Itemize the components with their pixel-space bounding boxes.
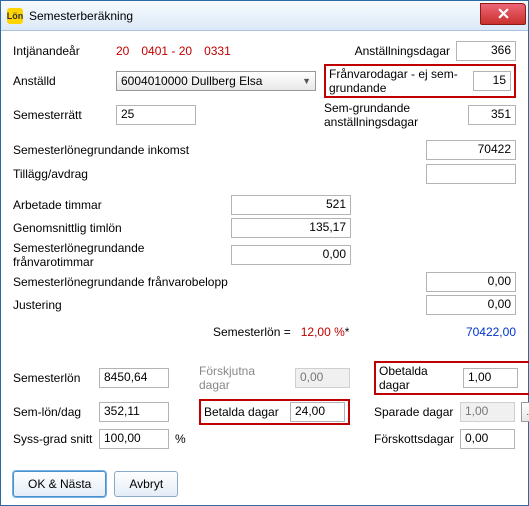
semgrund-label: Sem-grundande anställningsdagar — [324, 101, 462, 129]
footer-buttons: OK & Nästa Avbryt — [13, 471, 186, 497]
sfg-belopp-label: Semesterlönegrundande frånvarobelopp — [13, 275, 351, 289]
genomsnittlig-timlon-label: Genomsnittlig timlön — [13, 221, 223, 235]
obetalda-highlight: Obetalda dagar 1,00 — [374, 361, 529, 395]
justering-label: Justering — [13, 298, 223, 312]
sfg-timmar-field[interactable]: 0,00 — [231, 245, 351, 265]
cancel-button[interactable]: Avbryt — [114, 471, 178, 497]
franvarodagar-label: Frånvarodagar - ej sem-grundande — [329, 67, 473, 95]
forskottsdagar-field[interactable]: 0,00 — [460, 429, 515, 449]
genomsnittlig-timlon-field[interactable]: 135,17 — [231, 218, 351, 238]
chevron-down-icon: ▼ — [302, 76, 311, 86]
semesterratt-label: Semesterrätt — [13, 108, 108, 122]
justering-field[interactable]: 0,00 — [426, 295, 516, 315]
close-icon — [498, 8, 509, 19]
forskjutna-field: 0,00 — [295, 368, 350, 388]
tillagg-field[interactable] — [426, 164, 516, 184]
semlon-dag-label: Sem-lön/dag — [13, 405, 93, 419]
obetalda-label: Obetalda dagar — [379, 364, 459, 392]
semlon-dag-field[interactable]: 352,11 — [99, 402, 169, 422]
betalda-label: Betalda dagar — [204, 405, 284, 419]
dialog-body: Intjänandeår 20xx0401 - 20xx0331 Anställ… — [1, 31, 528, 459]
forskottsdagar-label: Förskottsdagar — [374, 432, 454, 446]
betalda-field[interactable]: 24,00 — [290, 402, 345, 422]
syss-label: Syss-grad snitt — [13, 432, 93, 446]
semesterlon-total: 70422,00 — [426, 325, 516, 339]
sfg-timmar-label: Semesterlönegrundande frånvarotimmar — [13, 241, 223, 269]
anstallningsdagar-field[interactable]: 366 — [456, 41, 516, 61]
inkomst-field[interactable]: 70422 — [426, 140, 516, 160]
sfg-belopp-field[interactable]: 0,00 — [426, 272, 516, 292]
dialog-window: Lön Semesterberäkning Intjänandeår 20xx0… — [0, 0, 529, 506]
intjanandear-value: 20xx0401 - 20xx0331 — [116, 44, 316, 58]
syss-pct: % — [175, 432, 193, 446]
mid-grid: Arbetade timmar 521 Genomsnittlig timlön… — [13, 195, 516, 315]
app-icon: Lön — [7, 8, 23, 24]
betalda-highlight: Betalda dagar 24,00 — [199, 399, 350, 425]
intjanandear-label: Intjänandeår — [13, 44, 108, 58]
top-grid: Intjänandeår 20xx0401 - 20xx0331 Anställ… — [13, 41, 516, 129]
semesterlon-field[interactable]: 8450,64 — [99, 368, 169, 388]
inkomst-label: Semesterlönegrundande inkomst — [13, 143, 189, 157]
semesterlon-star: * — [345, 325, 350, 339]
forskjutna-label: Förskjutna dagar — [199, 364, 289, 392]
syss-field[interactable]: 100,00 — [99, 429, 169, 449]
sparade-browse-button[interactable]: ... — [521, 402, 529, 422]
window-title: Semesterberäkning — [29, 9, 133, 23]
sparade-label: Sparade dagar — [374, 405, 454, 419]
arbetade-timmar-field[interactable]: 521 — [231, 195, 351, 215]
franvarodagar-field[interactable]: 15 — [473, 71, 511, 91]
semesterlon-eq-label: Semesterlön = — [213, 325, 291, 339]
anstallningsdagar-label: Anställningsdagar — [355, 44, 450, 58]
semesterlon-label: Semesterlön — [13, 371, 93, 385]
obetalda-field[interactable]: 1,00 — [463, 368, 518, 388]
arbetade-timmar-label: Arbetade timmar — [13, 198, 223, 212]
semgrund-field[interactable]: 351 — [468, 105, 516, 125]
ok-next-button[interactable]: OK & Nästa — [13, 471, 106, 497]
anstalld-label: Anställd — [13, 74, 108, 88]
franvarodagar-highlight: Frånvarodagar - ej sem-grundande 15 — [324, 64, 516, 98]
semesterlon-pct: 12,00 % — [301, 325, 345, 339]
titlebar: Lön Semesterberäkning — [1, 1, 528, 31]
tillagg-label: Tillägg/avdrag — [13, 167, 88, 181]
close-button[interactable] — [480, 3, 526, 25]
bottom-grid: Semesterlön 8450,64 Förskjutna dagar 0,0… — [13, 361, 516, 449]
anstalld-selected: 6004010000 Dullberg Elsa — [121, 74, 262, 88]
sparade-field: 1,00 — [460, 402, 515, 422]
semesterratt-field[interactable]: 25 — [116, 105, 196, 125]
anstalld-select[interactable]: 6004010000 Dullberg Elsa ▼ — [116, 71, 316, 91]
